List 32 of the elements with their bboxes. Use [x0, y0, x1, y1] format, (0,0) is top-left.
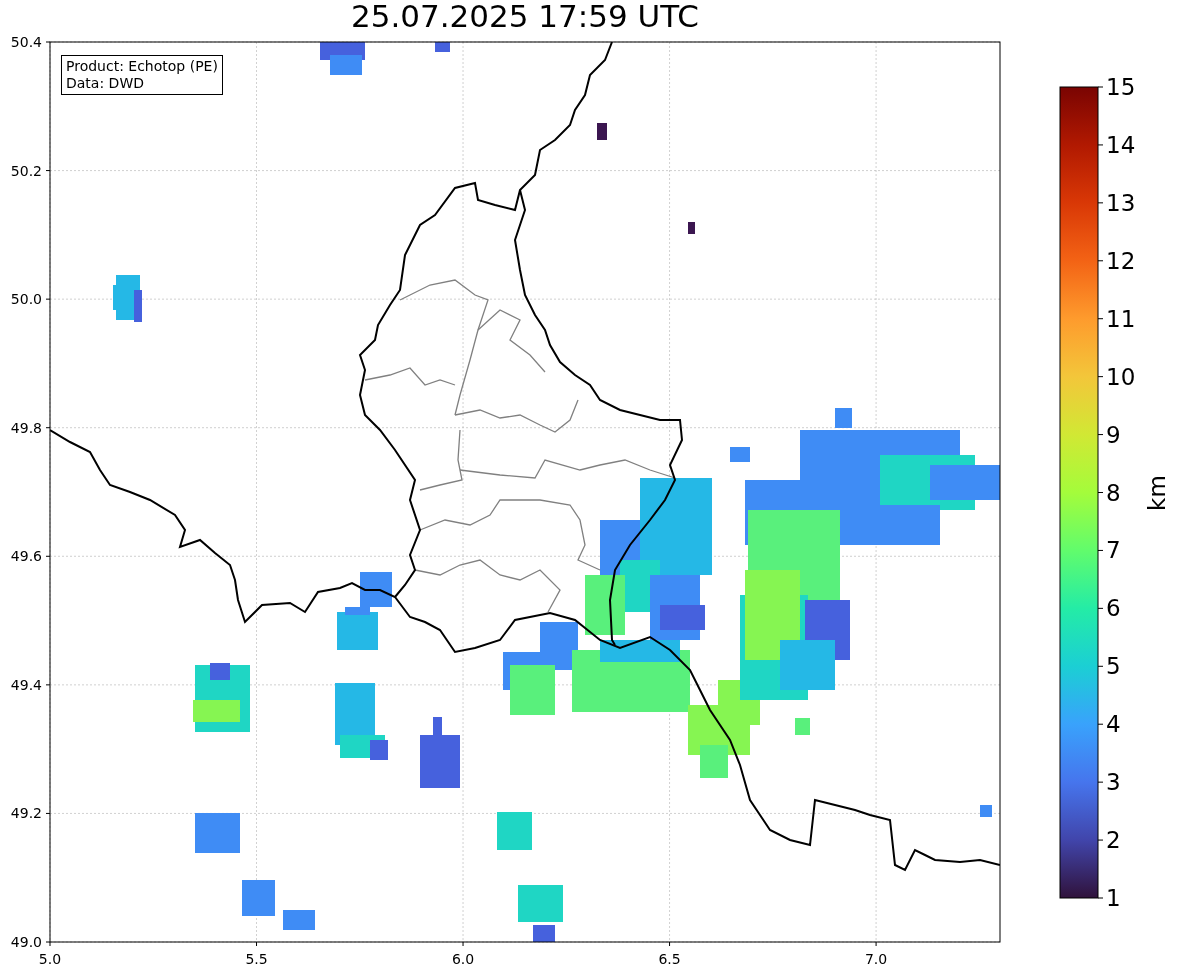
- colorbar-tick-label: 8: [1106, 479, 1121, 506]
- colorbar-tick-label: 2: [1106, 827, 1121, 854]
- x-tick-label: 6.5: [658, 951, 681, 967]
- y-tick-label: 49.4: [10, 676, 42, 693]
- colorbar-tick-label: 15: [1106, 74, 1136, 100]
- chart-title: 25.07.2025 17:59 UTC: [351, 1, 699, 32]
- x-tick-label: 5.5: [245, 951, 268, 967]
- legend-text: Product: Echotop (PE): [66, 58, 218, 75]
- colorbar-tick-label: 4: [1106, 711, 1121, 738]
- colorbar-tick-label: 11: [1106, 305, 1136, 332]
- colorbar-tick-label: 14: [1106, 131, 1136, 158]
- y-tick-label: 49.8: [10, 419, 42, 436]
- y-tick-label: 50.2: [10, 162, 42, 179]
- colorbar-label: km: [1144, 475, 1170, 511]
- legend-text: Data: DWD: [66, 75, 145, 92]
- y-tick-label: 50.0: [10, 291, 42, 308]
- colorbar-tick-label: 3: [1106, 769, 1121, 796]
- x-tick-label: 6.0: [451, 951, 475, 967]
- colorbar-tick-label: 9: [1106, 421, 1121, 448]
- colorbar-tick-label: 6: [1106, 595, 1121, 622]
- colorbar-tick-label: 13: [1106, 189, 1136, 216]
- y-tick-label: 49.2: [10, 805, 42, 822]
- colorbar-tick-label: 5: [1106, 653, 1121, 680]
- y-tick-label: 50.4: [10, 34, 42, 50]
- y-tick-label: 49.6: [10, 548, 42, 565]
- colorbar-tick-label: 1: [1106, 885, 1121, 911]
- colorbar-tick-label: 10: [1106, 363, 1136, 390]
- colorbar-tick-label: 7: [1106, 537, 1121, 564]
- x-tick-label: 5.0: [38, 951, 62, 967]
- y-tick-label: 49.0: [10, 934, 42, 950]
- colorbar-tick-label: 12: [1106, 247, 1136, 274]
- x-tick-label: 7.0: [864, 951, 888, 967]
